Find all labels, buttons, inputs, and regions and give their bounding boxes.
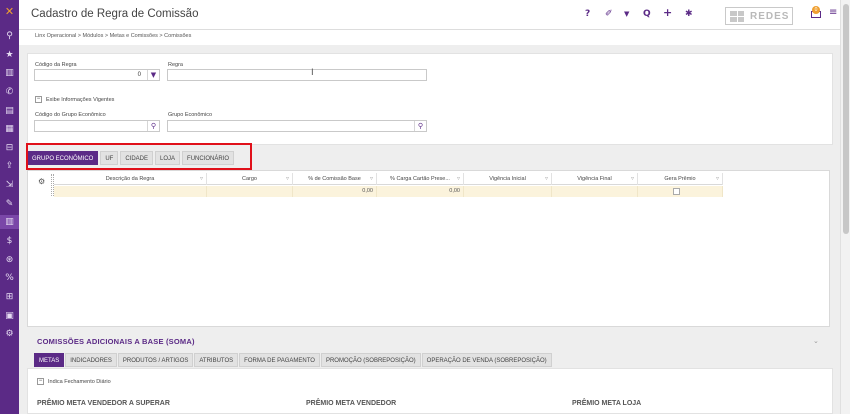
percent-icon[interactable]: % [0,271,19,285]
search-icon[interactable]: ⚲ [0,29,19,43]
column-header[interactable]: Vigência Inicial ▿ [464,173,552,185]
eraser-icon[interactable]: ✐ [605,9,613,19]
codigo-regra-label: Código da Regra [35,62,77,68]
tab-indicadores[interactable]: INDICADORES [65,353,117,367]
table-cell[interactable] [207,186,293,197]
tab-operacao-venda[interactable]: OPERAÇÃO DE VENDA (SOBREPOSIÇÃO) [421,353,552,367]
column-header[interactable]: Gera Prêmio ▿ [638,173,723,185]
left-sidebar: ✕ ⚲ ★ ▥ ✆ ▤ ▦ ⊟ ⇪ ⇲ ✎ ▥ $ ⊛ % ⊞ ▣ ⚙ [0,0,19,414]
notification-button[interactable]: 0 [811,6,823,18]
table-row[interactable]: 0,00 0,00 [54,186,723,197]
column-header[interactable]: % Carga Cartão Prese... ▿ [377,173,464,185]
brand-text: REDES [750,10,790,22]
premio-vendedor-superar-label: PRÊMIO META VENDEDOR A SUPERAR [37,400,170,407]
search-icon[interactable]: Q [643,9,651,19]
table-cell[interactable]: 0,00 [377,186,464,197]
coins-icon[interactable]: ⊛ [0,253,19,267]
scroll-thumb[interactable] [843,4,849,234]
table-cell[interactable]: 0,00 [293,186,377,197]
search-icon[interactable]: ⚲ [147,121,159,131]
gears-icon[interactable]: ⚙ [0,327,19,341]
collapse-icon[interactable]: − [37,378,44,385]
tab-promocao[interactable]: PROMOÇÃO (SOBREPOSIÇÃO) [320,353,421,367]
page-title: Cadastro de Regra de Comissão [31,8,199,20]
grupo-field[interactable]: ⚲ [167,120,427,132]
phone-icon[interactable]: ✆ [0,85,19,99]
brand-grid-icon [730,10,744,22]
table-cell[interactable] [552,186,638,197]
table-cell[interactable] [638,186,723,197]
report-icon[interactable]: ▥ [0,215,19,229]
truck-icon[interactable]: ⇲ [0,178,19,192]
grupo-label: Grupo Econômico [168,112,213,118]
metas-panel [27,368,833,414]
text-cursor-icon: I [311,68,314,78]
tag-icon[interactable]: ✎ [0,197,19,211]
page-scrollbar[interactable] [840,0,850,414]
section-tab-bar: METAS INDICADORES PRODUTOS / ARTIGOS ATR… [34,353,552,367]
regra-field[interactable] [167,69,427,81]
filter-icon[interactable]: ▼ [624,10,629,18]
exibe-vigentes-label: Exibe Informações Vigentes [46,96,115,103]
notification-badge: 0 [812,6,820,14]
gera-premio-checkbox[interactable] [673,188,680,195]
indica-fechamento-toggle[interactable]: − Indica Fechamento Diário [37,378,111,385]
grid-header: Descrição da Regra ▿ Cargo ▿ % de Comissão… [54,173,723,185]
column-header[interactable]: % de Comissão Base ▿ [293,173,377,185]
top-bar: Cadastro de Regra de Comissão ? ✐ ▼ Q + … [19,0,840,30]
highlight-box [26,143,252,170]
add-icon[interactable]: + [663,6,672,19]
search-icon[interactable]: ⚲ [414,121,426,131]
column-header[interactable]: Vigência Final ▿ [552,173,638,185]
indica-fechamento-label: Indica Fechamento Diário [48,378,111,385]
filter-icon[interactable]: ▼ [147,70,159,80]
column-header[interactable]: Descrição da Regra ▿ [54,173,207,185]
star-icon[interactable]: ★ [0,48,19,62]
tab-produtos-artigos[interactable]: PRODUTOS / ARTIGOS [117,353,194,367]
column-header[interactable]: Cargo ▿ [207,173,293,185]
codigo-regra-field[interactable]: 0 ▼ [34,69,160,81]
basket-icon[interactable]: ⊟ [0,141,19,155]
codigo-grupo-field[interactable]: ⚲ [34,120,160,132]
codigo-regra-value: 0 [137,72,141,78]
chart-icon[interactable]: ▥ [0,66,19,80]
filter-icon[interactable]: ▿ [631,173,634,185]
chevron-down-icon[interactable]: ⌄ [813,337,819,345]
tab-atributos[interactable]: ATRIBUTOS [194,353,239,367]
card-icon[interactable]: ▤ [0,104,19,118]
filter-icon[interactable]: ▿ [457,173,460,185]
tab-metas[interactable]: METAS [34,353,65,367]
filter-icon[interactable]: ▿ [200,173,203,185]
grid-settings-icon[interactable]: ⚙ [38,177,50,187]
settings-icon[interactable]: ✱ [685,9,693,19]
table-cell[interactable] [464,186,552,197]
dollar-icon[interactable]: $ [0,234,19,248]
brand-logo: REDES [725,7,793,25]
filter-icon[interactable]: ▿ [370,173,373,185]
regra-label: Regra [168,62,183,68]
help-icon[interactable]: ? [585,9,590,19]
codigo-grupo-label: Código do Grupo Econômico [35,112,106,118]
filter-icon[interactable]: ▿ [545,173,548,185]
tab-forma-pagamento[interactable]: FORMA DE PAGAMENTO [239,353,320,367]
premio-loja-label: PRÊMIO META LOJA [572,400,642,407]
cart-icon[interactable]: ⊞ [0,290,19,304]
monitor-icon[interactable]: ▣ [0,309,19,323]
exibe-vigentes-toggle[interactable]: − Exibe Informações Vigentes [35,96,114,103]
menu-icon[interactable]: ≡ [829,7,837,18]
premio-vendedor-label: PRÊMIO META VENDEDOR [306,400,397,407]
linx-logo-icon[interactable]: ✕ [0,4,19,18]
upload-icon[interactable]: ⇪ [0,159,19,173]
collapse-icon[interactable]: − [35,96,42,103]
section-title: COMISSÕES ADICIONAIS A BASE (SOMA) [37,337,195,346]
table-cell[interactable] [54,186,207,197]
breadcrumb: Linx Operacional > Módulos > Metas e Com… [35,33,192,39]
calc-icon[interactable]: ▦ [0,122,19,136]
filter-icon[interactable]: ▿ [716,173,719,185]
filter-icon[interactable]: ▿ [286,173,289,185]
